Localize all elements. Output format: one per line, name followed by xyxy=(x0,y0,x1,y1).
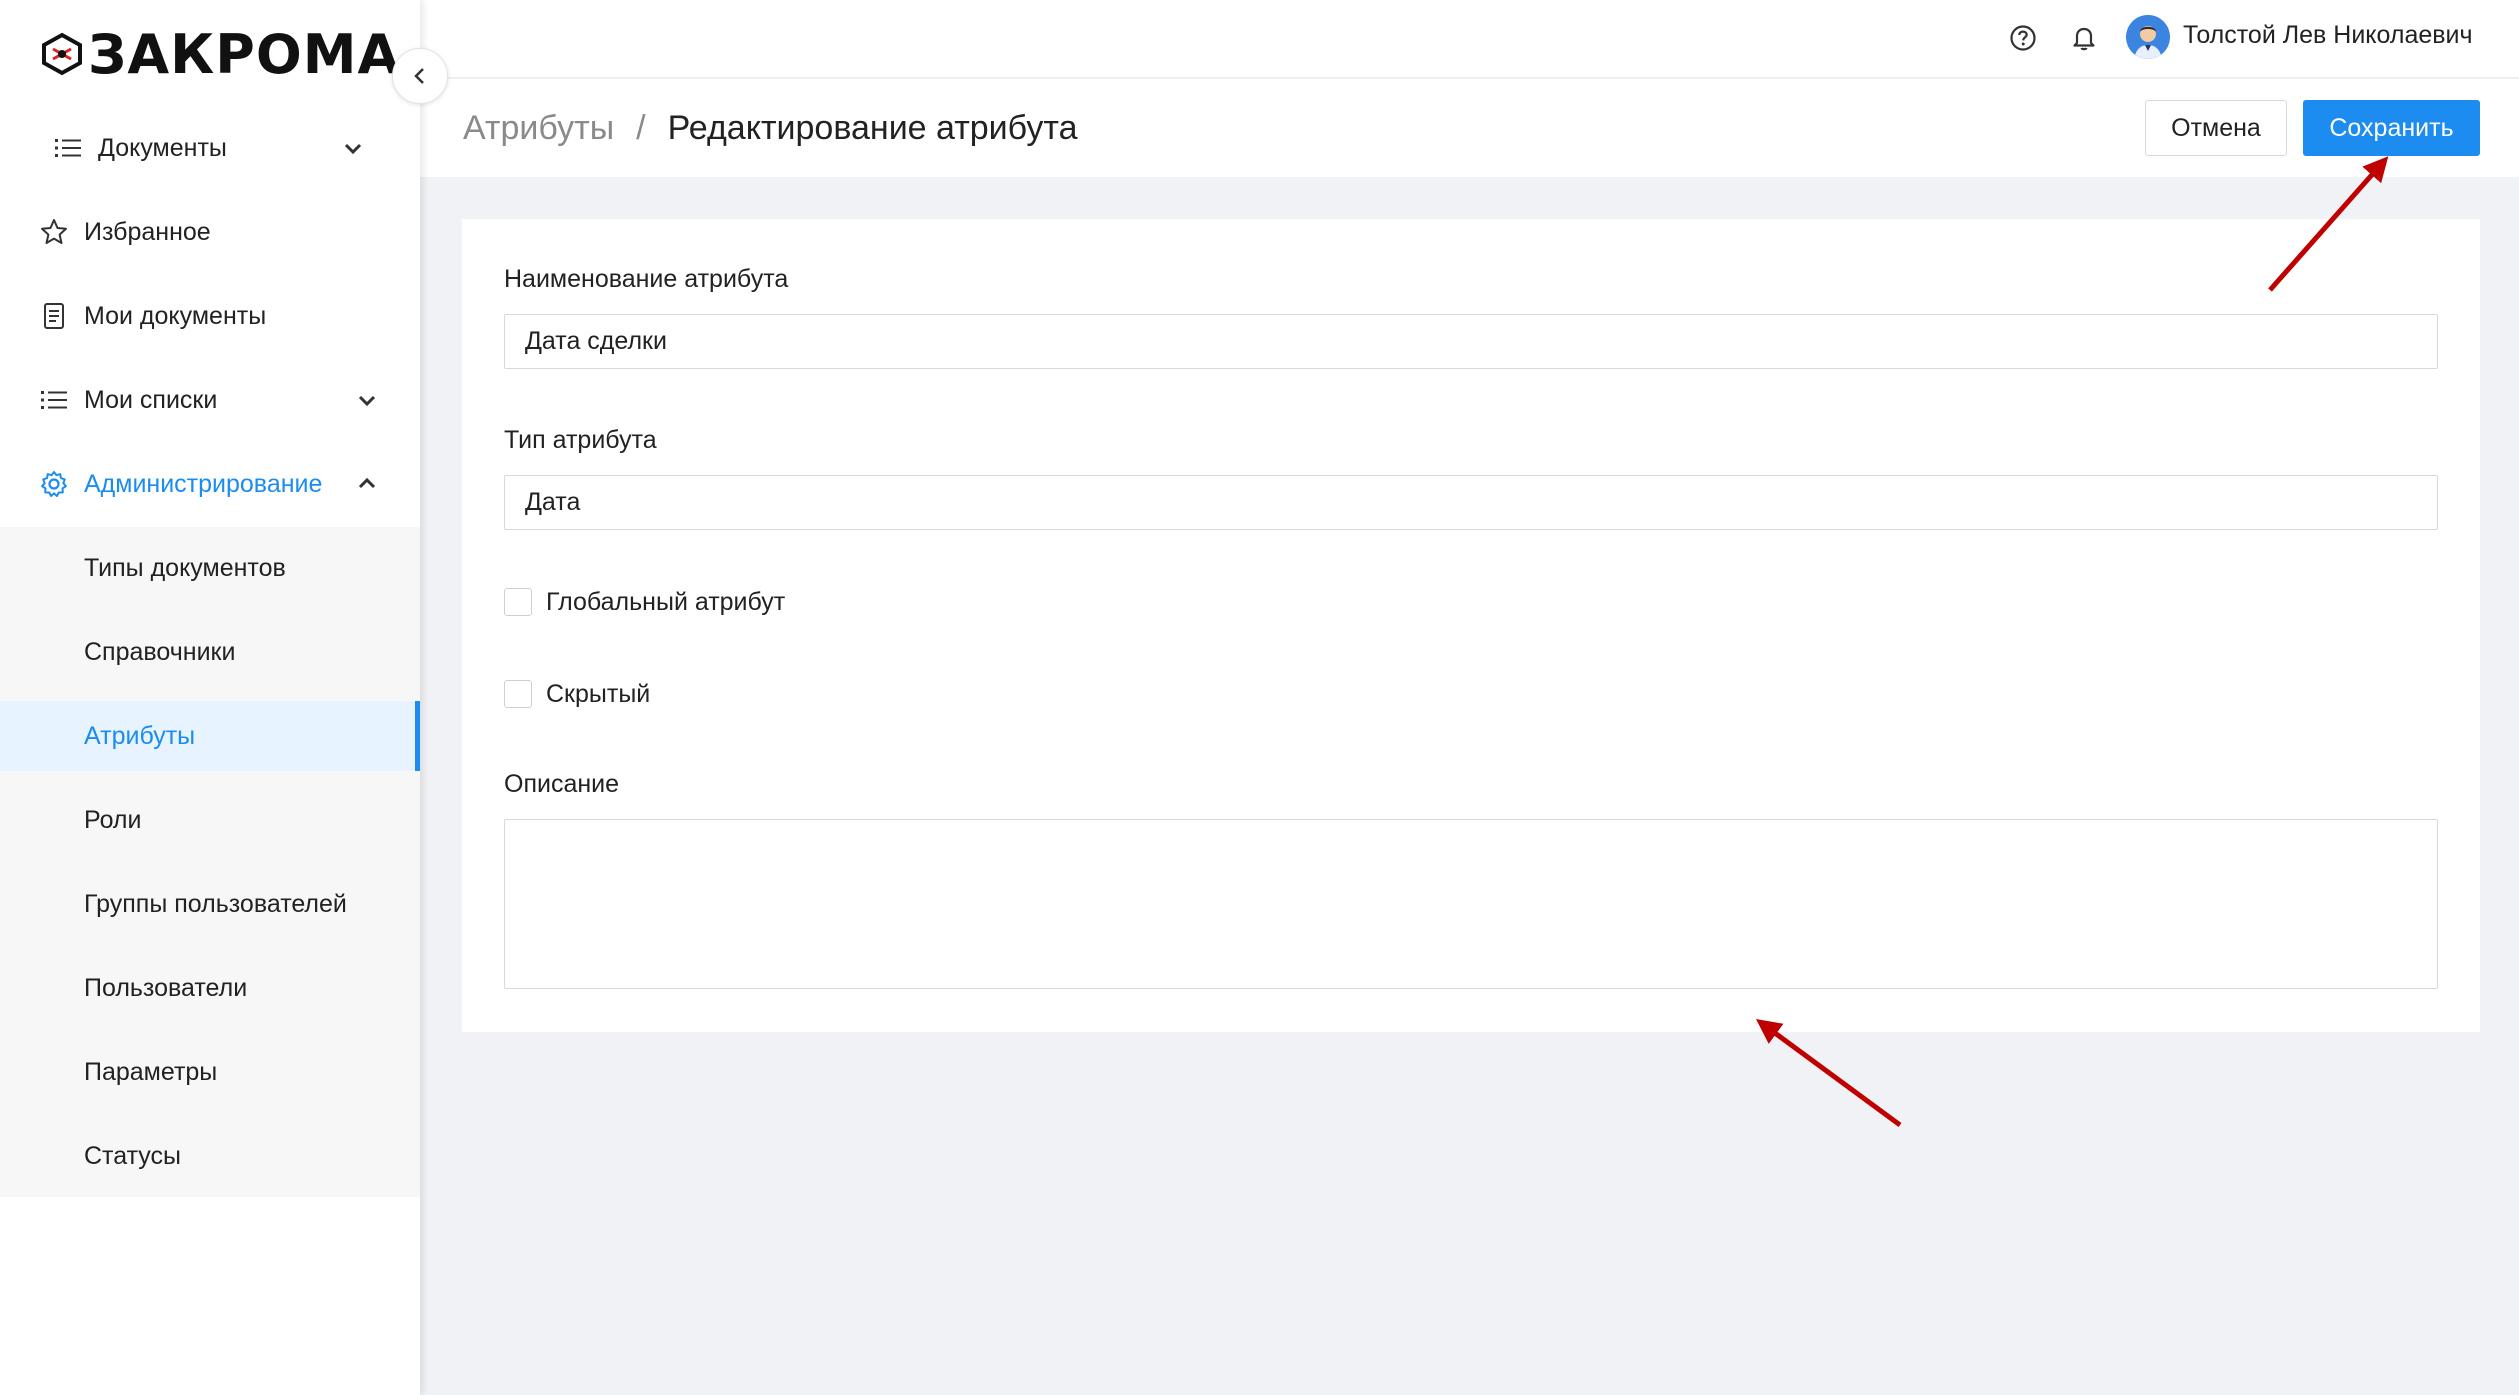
sidebar-item-my-lists[interactable]: Мои списки xyxy=(0,358,420,442)
sidebar-subitem-dictionaries[interactable]: Справочники xyxy=(0,617,420,687)
save-button[interactable]: Сохранить xyxy=(2303,100,2480,156)
sidebar-item-favorites[interactable]: Избранное xyxy=(0,190,420,274)
sidebar: ЗАКРОМА Документы Избранное Мои документ… xyxy=(0,0,420,1395)
sidebar-subitem-users[interactable]: Пользователи xyxy=(0,953,420,1023)
attribute-name-label: Наименование атрибута xyxy=(504,265,789,293)
top-bar: Толстой Лев Николаевич xyxy=(420,0,2519,78)
page-title: Редактирование атрибута xyxy=(667,109,1078,147)
description-textarea[interactable] xyxy=(504,819,2438,989)
hidden-label: Скрытый xyxy=(546,679,651,708)
cancel-button[interactable]: Отмена xyxy=(2145,100,2287,156)
sidebar-subitem-parameters[interactable]: Параметры xyxy=(0,1037,420,1107)
chevron-left-icon xyxy=(414,68,424,84)
sidebar-item-label: Мои списки xyxy=(84,385,218,414)
sidebar-item-my-documents[interactable]: Мои документы xyxy=(0,274,420,358)
global-attribute-checkbox[interactable] xyxy=(504,588,532,616)
user-avatar-icon xyxy=(2126,15,2170,59)
gear-icon xyxy=(40,470,68,498)
chevron-down-icon xyxy=(344,143,362,155)
sidebar-subitem-statuses[interactable]: Статусы xyxy=(0,1121,420,1191)
sidebar-item-label: Документы xyxy=(98,133,227,162)
sidebar-item-documents[interactable]: Документы xyxy=(0,106,420,190)
avatar[interactable] xyxy=(2126,15,2170,59)
hidden-checkbox[interactable] xyxy=(504,680,532,708)
sidebar-item-label: Администрирование xyxy=(84,469,323,498)
help-icon[interactable] xyxy=(2005,20,2041,56)
sidebar-subitem-user-groups[interactable]: Группы пользователей xyxy=(0,869,420,939)
chevron-down-icon xyxy=(358,395,376,407)
sidebar-subitem-document-types[interactable]: Типы документов xyxy=(0,533,420,603)
description-label: Описание xyxy=(504,770,620,798)
app-logo[interactable]: ЗАКРОМА xyxy=(40,22,400,86)
sidebar-item-administration[interactable]: Администрирование xyxy=(0,442,420,526)
sidebar-collapse-button[interactable] xyxy=(392,48,448,104)
annotation-arrow-description xyxy=(1755,1019,1902,1128)
global-attribute-checkbox-row[interactable]: Глобальный атрибут xyxy=(504,587,785,617)
attribute-type-label: Тип атрибута xyxy=(504,426,657,454)
breadcrumb-parent-link[interactable]: Атрибуты xyxy=(463,109,614,148)
chevron-up-icon xyxy=(358,477,376,489)
sidebar-item-label: Избранное xyxy=(84,217,211,246)
list-icon xyxy=(54,134,82,162)
attribute-type-input[interactable]: Дата xyxy=(504,475,2438,530)
bell-icon[interactable] xyxy=(2066,20,2102,56)
logo-text: ЗАКРОМА xyxy=(88,22,401,86)
sidebar-item-label: Мои документы xyxy=(84,301,267,330)
hidden-checkbox-row[interactable]: Скрытый xyxy=(504,679,650,709)
star-icon xyxy=(40,218,68,246)
page-header: Атрибуты / Редактирование атрибута Отмен… xyxy=(420,79,2519,177)
logo-icon xyxy=(42,32,82,76)
document-icon xyxy=(40,302,68,330)
sidebar-subitem-roles[interactable]: Роли xyxy=(0,785,420,855)
attribute-name-input[interactable]: Дата сделки xyxy=(504,314,2438,369)
list-icon xyxy=(40,386,68,414)
attribute-form: Наименование атрибута Дата сделки Тип ат… xyxy=(462,219,2480,1032)
breadcrumb-separator: / xyxy=(636,109,646,147)
user-name[interactable]: Толстой Лев Николаевич xyxy=(2183,21,2473,50)
breadcrumb: Атрибуты / Редактирование атрибута xyxy=(463,109,1078,148)
sidebar-subitem-attributes[interactable]: Атрибуты xyxy=(0,701,420,771)
global-attribute-label: Глобальный атрибут xyxy=(546,587,786,616)
